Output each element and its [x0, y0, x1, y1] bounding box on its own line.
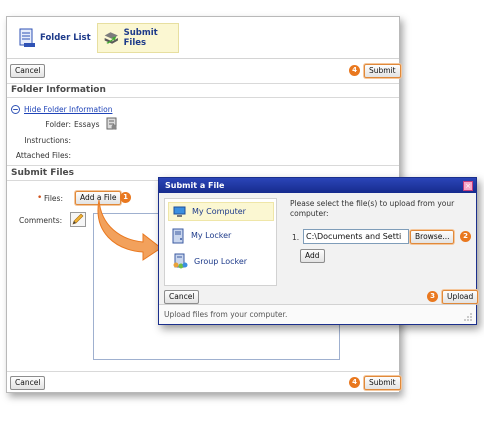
- submit-files-heading: Submit Files: [11, 168, 75, 178]
- divider: [7, 165, 399, 166]
- folder-label: Folder:: [45, 120, 71, 129]
- hide-folder-info-link[interactable]: Hide Folder Information: [24, 105, 112, 114]
- tab-folder-list-label: Folder List: [40, 33, 91, 43]
- computer-icon: [173, 206, 186, 217]
- dialog-title: Submit a File: [159, 178, 476, 193]
- status-text: Upload files from your computer.: [164, 310, 288, 319]
- spellcheck-button[interactable]: [70, 212, 86, 227]
- tab-submit-files-label: Submit Files: [123, 28, 158, 48]
- folder-properties-icon[interactable]: [106, 117, 118, 130]
- comments-label: Comments:: [19, 216, 63, 225]
- submit-a-file-dialog: Submit a File × My Computer My Locker Gr…: [158, 177, 479, 325]
- step-badge-4-bottom: 4: [349, 377, 360, 388]
- add-button[interactable]: Add: [300, 249, 325, 263]
- source-group-locker-label: Group Locker: [194, 257, 248, 266]
- hide-folder-info-toggle[interactable]: Hide Folder Information: [11, 105, 112, 114]
- folder-information-heading: Folder Information: [11, 85, 106, 95]
- close-icon[interactable]: ×: [463, 181, 473, 191]
- dialog-cancel-button[interactable]: Cancel: [164, 290, 200, 304]
- instructions-label: Instructions:: [24, 136, 71, 145]
- step-badge-2: 2: [460, 231, 471, 242]
- step-badge-4-top: 4: [349, 65, 360, 76]
- attached-files-label: Attached Files:: [15, 151, 71, 160]
- submit-button-bottom[interactable]: Submit: [364, 376, 401, 390]
- source-my-computer[interactable]: My Computer: [168, 202, 274, 221]
- divider: [7, 97, 399, 98]
- resize-grip-icon[interactable]: [464, 313, 473, 322]
- cancel-button-bottom[interactable]: Cancel: [10, 376, 46, 390]
- tab-submit-files[interactable]: Submit Files: [97, 23, 179, 53]
- callout-arrow-icon: [97, 199, 162, 261]
- step-badge-3: 3: [427, 291, 438, 302]
- files-label: Files:: [44, 194, 63, 203]
- minus-circle-icon: [11, 105, 20, 114]
- submit-files-icon: [104, 32, 118, 44]
- file-row-number: 1.: [292, 233, 300, 242]
- submit-button-top[interactable]: Submit: [364, 64, 401, 78]
- file-source-list: My Computer My Locker Group Locker: [164, 198, 277, 286]
- browse-button[interactable]: Browse...: [410, 230, 455, 244]
- upload-instruction: Please select the file(s) to upload from…: [290, 199, 455, 218]
- folder-value: Essays: [74, 120, 100, 129]
- pencil-icon: [72, 213, 84, 225]
- required-marker: •: [37, 193, 43, 203]
- tab-bar: Folder List Submit Files: [7, 17, 399, 59]
- divider: [7, 371, 399, 372]
- source-group-locker[interactable]: Group Locker: [168, 252, 274, 271]
- locker-icon: [172, 228, 184, 243]
- upload-button[interactable]: Upload: [442, 290, 479, 304]
- source-my-locker-label: My Locker: [191, 231, 232, 240]
- dialog-status-bar: Upload files from your computer.: [159, 304, 476, 324]
- source-my-computer-label: My Computer: [192, 207, 246, 216]
- folder-list-icon: [19, 28, 35, 47]
- file-path-input[interactable]: C:\Documents and Setti: [303, 229, 409, 244]
- source-my-locker[interactable]: My Locker: [168, 226, 274, 245]
- divider: [7, 83, 399, 84]
- tab-folder-list[interactable]: Folder List: [13, 23, 96, 53]
- cancel-button-top[interactable]: Cancel: [10, 64, 46, 78]
- group-locker-icon: [173, 253, 188, 269]
